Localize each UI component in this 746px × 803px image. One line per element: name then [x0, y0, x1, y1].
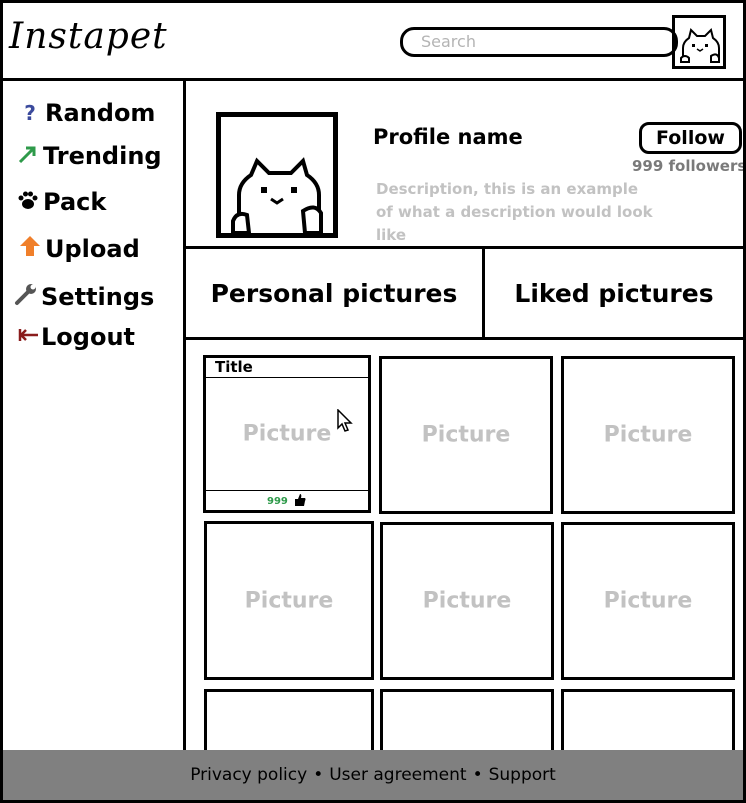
sidebar-item-label: Upload: [45, 234, 140, 263]
paw-icon: [15, 189, 41, 216]
like-count: 999: [267, 496, 288, 507]
support-link[interactable]: Support: [489, 765, 556, 785]
profile-header: Profile name Follow 999 followers Descri…: [186, 81, 743, 249]
footer-separator: •: [472, 765, 483, 785]
user-agreement-link[interactable]: User agreement: [329, 765, 466, 785]
sidebar-item-label: Trending: [43, 142, 162, 170]
question-icon: ?: [24, 101, 36, 125]
thumbs-up-icon[interactable]: [293, 492, 307, 511]
picture-card[interactable]: [380, 689, 554, 753]
sidebar-item-upload[interactable]: Upload: [17, 234, 140, 263]
picture-card[interactable]: Picture: [380, 522, 554, 680]
follow-button[interactable]: Follow: [639, 122, 742, 154]
upload-arrow-icon: [17, 234, 43, 263]
header: Instapet Search: [3, 3, 743, 81]
picture-card[interactable]: Picture: [561, 522, 735, 680]
picture-card-featured[interactable]: Title Picture 999: [203, 355, 371, 513]
picture-card[interactable]: Picture: [379, 356, 553, 514]
sidebar-item-settings[interactable]: Settings: [13, 282, 154, 311]
trend-arrow-icon: [15, 143, 41, 170]
picture-placeholder: Picture: [603, 422, 693, 448]
footer-separator: •: [313, 765, 324, 785]
cat-avatar-icon: [680, 28, 720, 63]
app-frame: Instapet Search ? Random Trending Pack U…: [0, 0, 746, 803]
picture-card[interactable]: Picture: [561, 356, 735, 514]
logout-arrow-icon: [17, 325, 39, 350]
profile-description: Description, this is an example of what …: [376, 180, 653, 244]
cat-profile-icon: [231, 157, 323, 235]
picture-placeholder: Picture: [244, 588, 334, 613]
sidebar-item-trending[interactable]: Trending: [15, 142, 162, 170]
tab-liked-pictures[interactable]: Liked pictures: [485, 249, 743, 337]
sidebar-item-label: Random: [45, 99, 156, 127]
profile-picture: [216, 112, 338, 238]
picture-placeholder: Picture: [422, 588, 512, 614]
sidebar-item-pack[interactable]: Pack: [15, 188, 106, 216]
footer: Privacy policy • User agreement • Suppor…: [3, 750, 743, 800]
app-logo[interactable]: Instapet: [9, 17, 168, 57]
picture-card[interactable]: [204, 689, 374, 753]
sidebar-item-label: Settings: [41, 282, 155, 311]
picture-card[interactable]: Picture: [204, 521, 374, 680]
card-title: Title: [206, 358, 368, 378]
tab-personal-pictures[interactable]: Personal pictures: [186, 249, 485, 337]
profile-name: Profile name: [373, 125, 523, 149]
card-footer: 999: [206, 490, 368, 510]
sidebar-item-label: Logout: [41, 323, 136, 351]
picture-placeholder: Picture: [421, 422, 511, 448]
sidebar-item-label: Pack: [43, 188, 107, 216]
tab-bar: Personal pictures Liked pictures: [186, 249, 743, 340]
sidebar-item-random[interactable]: ? Random: [17, 99, 155, 127]
mouse-cursor-icon: [337, 409, 353, 432]
followers-count: 999 followers: [632, 157, 746, 175]
sidebar-item-logout[interactable]: Logout: [17, 323, 135, 351]
sidebar: ? Random Trending Pack Upload Settings L…: [3, 81, 186, 753]
picture-card[interactable]: [561, 689, 735, 753]
picture-placeholder: Picture: [603, 588, 693, 614]
picture-grid: Title Picture 999 Picture Picture Pictur…: [186, 340, 743, 753]
wrench-icon: [13, 282, 39, 311]
user-avatar[interactable]: [672, 15, 726, 69]
search-input[interactable]: Search: [400, 27, 678, 57]
privacy-policy-link[interactable]: Privacy policy: [190, 765, 307, 785]
